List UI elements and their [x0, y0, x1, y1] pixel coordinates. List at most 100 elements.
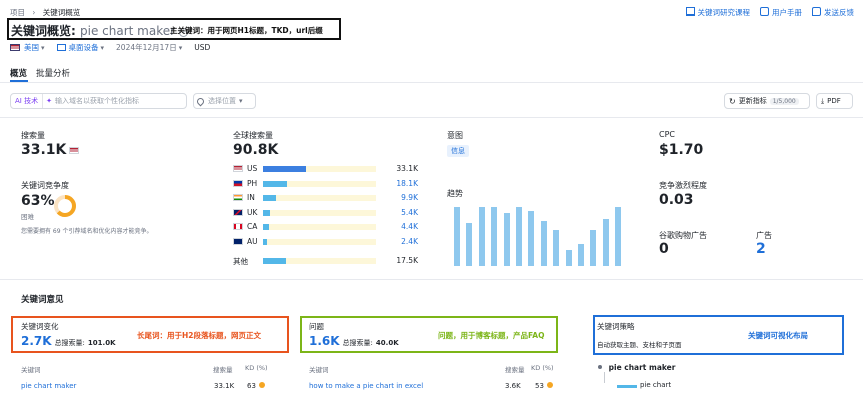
us-flag-icon: [233, 165, 243, 172]
breadcrumb-root[interactable]: 项目: [10, 8, 25, 17]
tab-overview[interactable]: 概览: [10, 67, 27, 79]
download-icon: ⤓: [821, 96, 825, 105]
uk-flag-icon: [233, 208, 243, 216]
trend-bar[interactable]: [553, 230, 560, 266]
questions-count[interactable]: 1.6K: [309, 334, 340, 348]
breadcrumb-separator: ›: [32, 8, 36, 17]
trend-bar[interactable]: [516, 207, 522, 266]
intent-label: 意图: [447, 131, 463, 140]
tree-node-dot-icon: [598, 365, 602, 369]
country-bar-fill: [263, 195, 276, 201]
questions-row-keyword[interactable]: how to make a pie chart in excel: [309, 382, 423, 390]
strategy-tree-child[interactable]: pie chart: [640, 381, 671, 389]
questions-title[interactable]: 问题: [309, 321, 324, 332]
strategy-title[interactable]: 关键词策略: [597, 321, 635, 332]
country-volume[interactable]: 18.1K: [396, 179, 418, 188]
questions-col-volume: 搜索量: [505, 366, 525, 374]
trend-bar[interactable]: [478, 207, 485, 266]
country-volume[interactable]: 4.4K: [401, 222, 418, 231]
variations-col-keyword: 关键词: [21, 366, 41, 374]
date-select[interactable]: 2024年12月17日 ▾: [116, 42, 182, 53]
volume-label: 搜索量: [21, 131, 45, 140]
variations-volume-label: 总搜索量:: [54, 339, 85, 347]
difficulty-value: 63%: [21, 193, 55, 209]
trend-bar[interactable]: [454, 207, 460, 266]
country-label: US: [233, 164, 257, 173]
difficulty-label: 关键词竞争度: [21, 181, 69, 190]
chevron-down-icon: ▾: [100, 44, 105, 52]
chevron-down-icon: ▾: [178, 44, 183, 52]
global-volume-label: 全球搜索量: [233, 131, 273, 140]
country-code: IN: [247, 193, 255, 202]
country-row-uk: UK 5.4K: [233, 208, 418, 220]
trend-bar[interactable]: [466, 223, 473, 266]
trend-bar[interactable]: [565, 250, 572, 266]
shopping-ads-value: 0: [659, 241, 669, 257]
trend-bar[interactable]: [578, 244, 584, 266]
strategy-annotation: 关键词可视化布局: [748, 331, 808, 340]
variations-count[interactable]: 2.7K: [21, 334, 52, 348]
volume-value: 33.1K: [21, 142, 67, 158]
trend-bar[interactable]: [602, 219, 609, 266]
country-bar-fill: [263, 180, 287, 187]
breadcrumb-current: 关键词概览: [42, 8, 81, 17]
ca-flag-icon: [233, 223, 243, 230]
intent-badge[interactable]: 信息: [447, 145, 469, 157]
country-row-ca: CA 4.4K: [233, 222, 418, 234]
pdf-button[interactable]: ⤓ PDF: [816, 93, 853, 109]
kd-dot-icon: [546, 382, 553, 388]
country-volume[interactable]: 9.9K: [401, 193, 418, 202]
chevron-down-icon: ▾: [239, 97, 243, 105]
country-volume[interactable]: 5.4K: [401, 208, 418, 217]
domain-search-box[interactable]: AI 技术 ✦ 输入域名以获取个性化指标: [10, 93, 187, 109]
difficulty-note: 您需要拥有 69 个引荐域名和优化内容才能竞争。: [21, 228, 153, 235]
country-bar-track: [263, 224, 376, 230]
variations-row-volume: 33.1K: [214, 382, 235, 390]
country-volume[interactable]: 2.4K: [401, 237, 418, 246]
feedback-icon: [812, 7, 821, 16]
manual-link[interactable]: 用户手册: [760, 7, 802, 18]
title-annotation: 主关键词：用于网页H1标题，TKD，url后缀: [170, 26, 323, 35]
ads-value[interactable]: 2: [756, 241, 766, 257]
refresh-metrics-button[interactable]: ↻ 更新指标 1/5,000: [724, 93, 810, 109]
variations-title[interactable]: 关键词变化: [21, 321, 59, 332]
strategy-subtitle: 自动获取主题、支柱和子页面: [597, 341, 682, 349]
domain-search-input[interactable]: 输入域名以获取个性化指标: [55, 96, 139, 106]
trend-bar[interactable]: [540, 221, 547, 266]
country-select[interactable]: 美国 ▾: [10, 42, 45, 53]
refresh-quota-badge: 1/5,000: [769, 97, 799, 105]
country-bar-fill: [263, 209, 270, 216]
book-icon: [760, 7, 769, 16]
graduation-cap-icon: [685, 7, 695, 16]
country-bar-fill: [263, 224, 269, 230]
cpc-label: CPC: [659, 130, 675, 139]
us-flag-icon: [69, 146, 80, 154]
country-row-us: US 33.1K: [233, 164, 418, 176]
variations-row-kd: 63: [247, 382, 265, 390]
search-divider: [0, 117, 863, 118]
tab-bulk-analysis[interactable]: 批量分析: [36, 67, 70, 79]
trend-bar[interactable]: [590, 230, 597, 266]
country-label: CA: [233, 222, 257, 231]
country-label: IN: [233, 193, 255, 202]
top-links: 关键词研究课程 用户手册 发送反馈: [685, 7, 854, 18]
tabs-divider: [0, 82, 863, 83]
country-bar-track: [263, 238, 376, 245]
trend-bar[interactable]: [503, 213, 510, 266]
trend-bar[interactable]: [491, 207, 498, 266]
country-bar-track: [263, 195, 376, 201]
cpc-value: $1.70: [659, 142, 704, 158]
trend-bar[interactable]: [528, 211, 535, 266]
course-link[interactable]: 关键词研究课程: [685, 7, 750, 18]
questions-row-kd: 53: [535, 382, 553, 390]
country-bar-fill: [263, 166, 306, 172]
feedback-link[interactable]: 发送反馈: [812, 7, 854, 18]
variations-row-keyword[interactable]: pie chart maker: [21, 382, 76, 390]
country-bar-fill: [263, 238, 267, 245]
country-row-au: AU 2.4K: [233, 237, 418, 249]
us-flag-icon: [10, 44, 20, 51]
questions-col-keyword: 关键词: [309, 366, 329, 374]
location-select[interactable]: 选择位置 ▾: [193, 93, 256, 109]
trend-bar[interactable]: [615, 207, 622, 266]
device-select[interactable]: 桌面设备 ▾: [56, 42, 105, 53]
